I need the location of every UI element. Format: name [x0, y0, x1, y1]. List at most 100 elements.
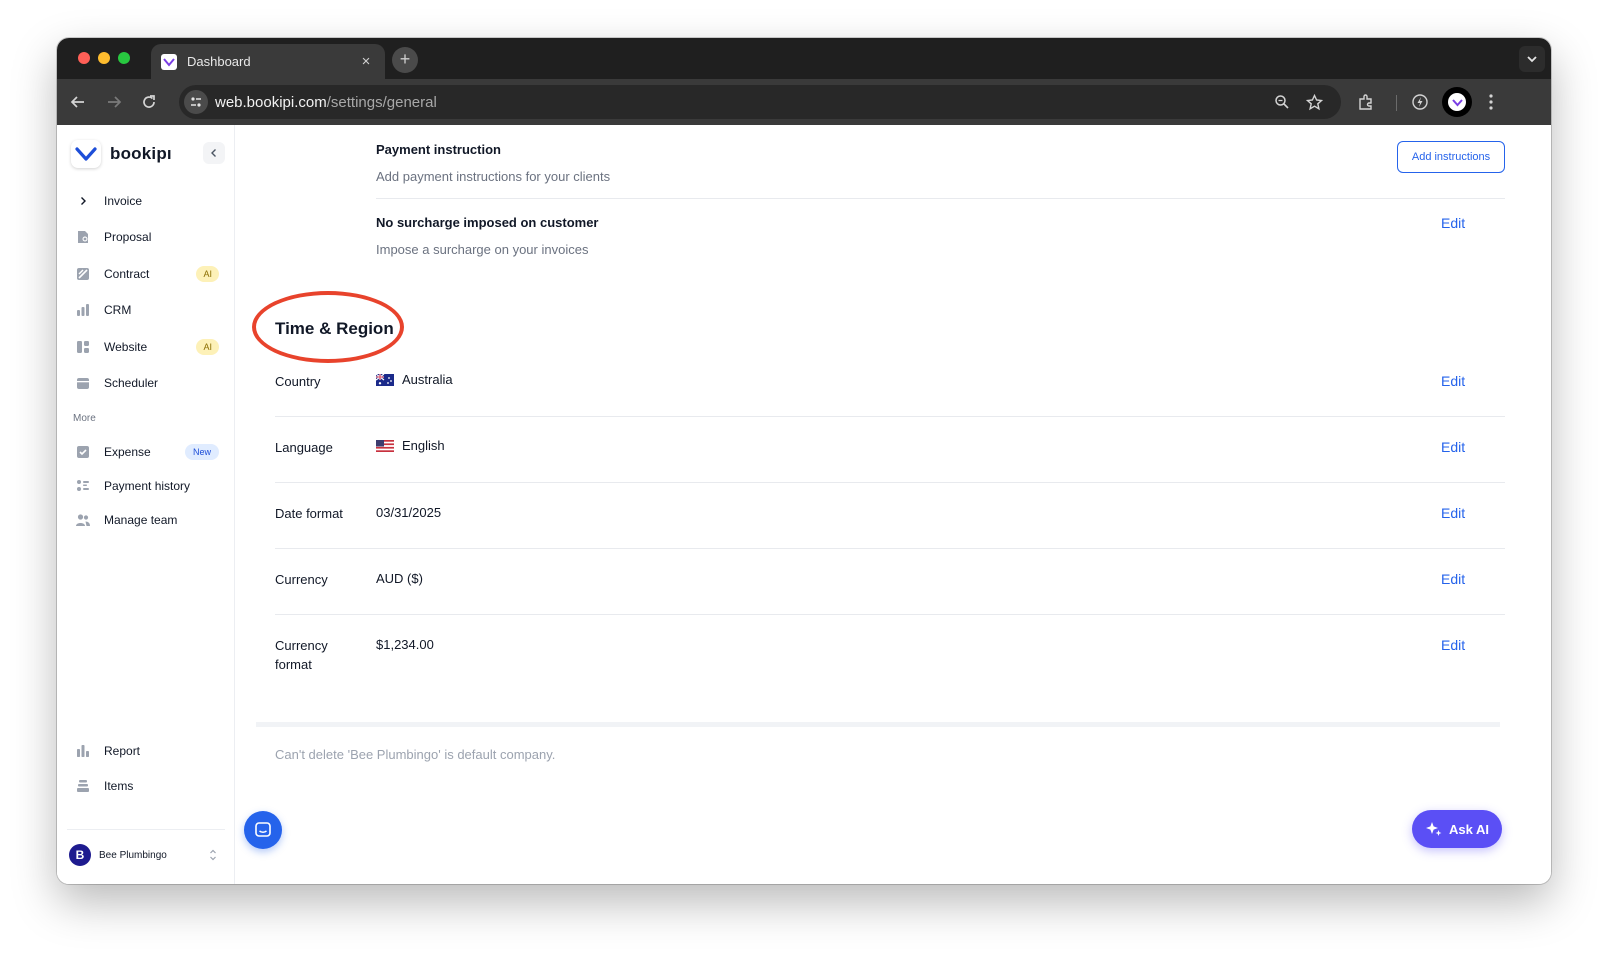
sidebar-item-label: Manage team — [104, 513, 178, 527]
browser-tab[interactable]: Dashboard × — [151, 44, 385, 79]
chevron-down-icon — [1527, 56, 1537, 63]
arrow-left-icon — [70, 96, 84, 108]
bookmark-star-icon[interactable] — [1305, 93, 1323, 111]
forward-button[interactable] — [103, 91, 125, 113]
browser-window: Dashboard × + web.bookipi.com/settings/g… — [57, 38, 1551, 884]
browser-toolbar: web.bookipi.com/settings/general — [57, 79, 1551, 125]
minimize-window-button[interactable] — [98, 52, 110, 64]
sidebar-item-invoice[interactable]: Invoice — [73, 188, 219, 214]
tab-search-button[interactable] — [1519, 46, 1545, 72]
sidebar-item-payment-history[interactable]: Payment history — [73, 473, 219, 499]
edit-currency-link[interactable]: Edit — [1441, 571, 1465, 587]
payment-history-icon — [73, 476, 93, 496]
new-badge: New — [184, 444, 219, 460]
team-icon — [73, 510, 93, 530]
zoom-window-button[interactable] — [118, 52, 130, 64]
language-value: English — [376, 438, 445, 453]
reload-button[interactable] — [138, 91, 160, 113]
company-name: Bee Plumbingo — [99, 849, 167, 861]
sidebar-item-label: Invoice — [104, 194, 143, 208]
add-instructions-button[interactable]: Add instructions — [1397, 141, 1505, 173]
sidebar-item-label: Scheduler — [104, 376, 159, 390]
scheduler-icon — [73, 373, 93, 393]
settings-content: Payment instruction Add payment instruct… — [236, 125, 1551, 884]
country-label: Country — [275, 374, 321, 389]
sidebar-item-label: Expense — [104, 445, 151, 459]
crm-icon — [73, 300, 93, 320]
sidebar-item-proposal[interactable]: Proposal — [73, 224, 219, 250]
edit-currency-format-link[interactable]: Edit — [1441, 637, 1465, 653]
sidebar-item-report[interactable]: Report — [73, 738, 219, 764]
edit-language-link[interactable]: Edit — [1441, 439, 1465, 455]
expense-icon — [73, 442, 93, 462]
sidebar-item-label: Items — [104, 779, 134, 793]
sidebar-item-label: Report — [104, 744, 141, 758]
date-format-label: Date format — [275, 506, 343, 521]
tab-close-icon[interactable]: × — [357, 53, 375, 70]
sidebar-item-contract[interactable]: Contract AI — [73, 261, 219, 287]
bookipi-favicon-icon — [161, 53, 177, 70]
report-icon — [73, 741, 93, 761]
sidebar-item-items[interactable]: Items — [73, 773, 219, 799]
back-button[interactable] — [67, 91, 89, 113]
site-info-icon[interactable] — [184, 90, 208, 114]
company-switcher[interactable]: B Bee Plumbingo — [69, 842, 219, 868]
url-path: /settings/general — [326, 94, 437, 111]
more-section-label: More — [73, 413, 96, 424]
currency-format-value: $1,234.00 — [376, 637, 434, 652]
payment-instruction-description: Add payment instructions for your client… — [376, 169, 611, 184]
new-tab-button[interactable]: + — [392, 47, 418, 73]
app: bookipı Invoice Proposal Contract AI CRM… — [57, 125, 1551, 884]
edit-surcharge-link[interactable]: Edit — [1441, 215, 1465, 231]
sidebar-item-manage-team[interactable]: Manage team — [73, 507, 219, 533]
chevron-left-icon — [211, 149, 216, 157]
browser-menu-icon[interactable] — [1480, 91, 1502, 113]
proposal-icon — [73, 227, 93, 247]
address-bar[interactable]: web.bookipi.com/settings/general — [179, 85, 1341, 119]
sidebar-item-expense[interactable]: Expense New — [73, 439, 219, 465]
divider — [275, 548, 1505, 549]
tab-title: Dashboard — [187, 54, 251, 69]
sidebar-item-label: CRM — [104, 303, 132, 317]
zoom-icon[interactable] — [1273, 93, 1291, 111]
performance-icon[interactable] — [1409, 91, 1431, 113]
extensions-icon[interactable] — [1355, 91, 1377, 113]
brand-name: bookipı — [110, 144, 172, 163]
sidebar-item-website[interactable]: Website AI — [73, 334, 219, 360]
sidebar-item-scheduler[interactable]: Scheduler — [73, 370, 219, 396]
items-icon — [73, 776, 93, 796]
country-name: Australia — [402, 372, 453, 387]
chevron-up-down-icon — [207, 849, 219, 861]
edit-country-link[interactable]: Edit — [1441, 373, 1465, 389]
chevron-right-icon — [73, 191, 93, 211]
screen: Dashboard × + web.bookipi.com/settings/g… — [0, 0, 1608, 960]
language-name: English — [402, 438, 445, 453]
contract-icon — [73, 264, 93, 284]
section-separator — [256, 722, 1500, 727]
sidebar-item-crm[interactable]: CRM — [73, 297, 219, 323]
surcharge-title: No surcharge imposed on customer — [376, 215, 599, 230]
close-window-button[interactable] — [78, 52, 90, 64]
profile-avatar[interactable] — [1442, 87, 1472, 117]
time-region-title: Time & Region — [275, 319, 394, 338]
chat-icon — [255, 822, 271, 837]
reload-icon — [143, 95, 155, 108]
sidebar-item-label: Payment history — [104, 479, 191, 493]
date-format-value: 03/31/2025 — [376, 505, 442, 520]
sidebar-item-label: Contract — [104, 267, 150, 281]
brand-logo[interactable]: bookipı — [71, 140, 172, 168]
edit-date-format-link[interactable]: Edit — [1441, 505, 1465, 521]
collapse-sidebar-button[interactable] — [203, 142, 225, 164]
currency-format-label-line2: format — [275, 657, 312, 672]
bookipi-logo-icon — [71, 140, 101, 168]
sidebar: bookipı Invoice Proposal Contract AI CRM… — [57, 125, 235, 884]
support-chat-button[interactable] — [244, 811, 282, 849]
ask-ai-button[interactable]: Ask AI — [1412, 810, 1502, 848]
ai-badge: AI — [196, 266, 219, 282]
ask-ai-label: Ask AI — [1449, 821, 1489, 837]
website-icon — [73, 337, 93, 357]
arrow-right-icon — [108, 96, 122, 108]
tab-bar: Dashboard × + — [57, 38, 1551, 79]
divider — [376, 198, 1505, 199]
url-text[interactable]: web.bookipi.com/settings/general — [215, 94, 437, 111]
